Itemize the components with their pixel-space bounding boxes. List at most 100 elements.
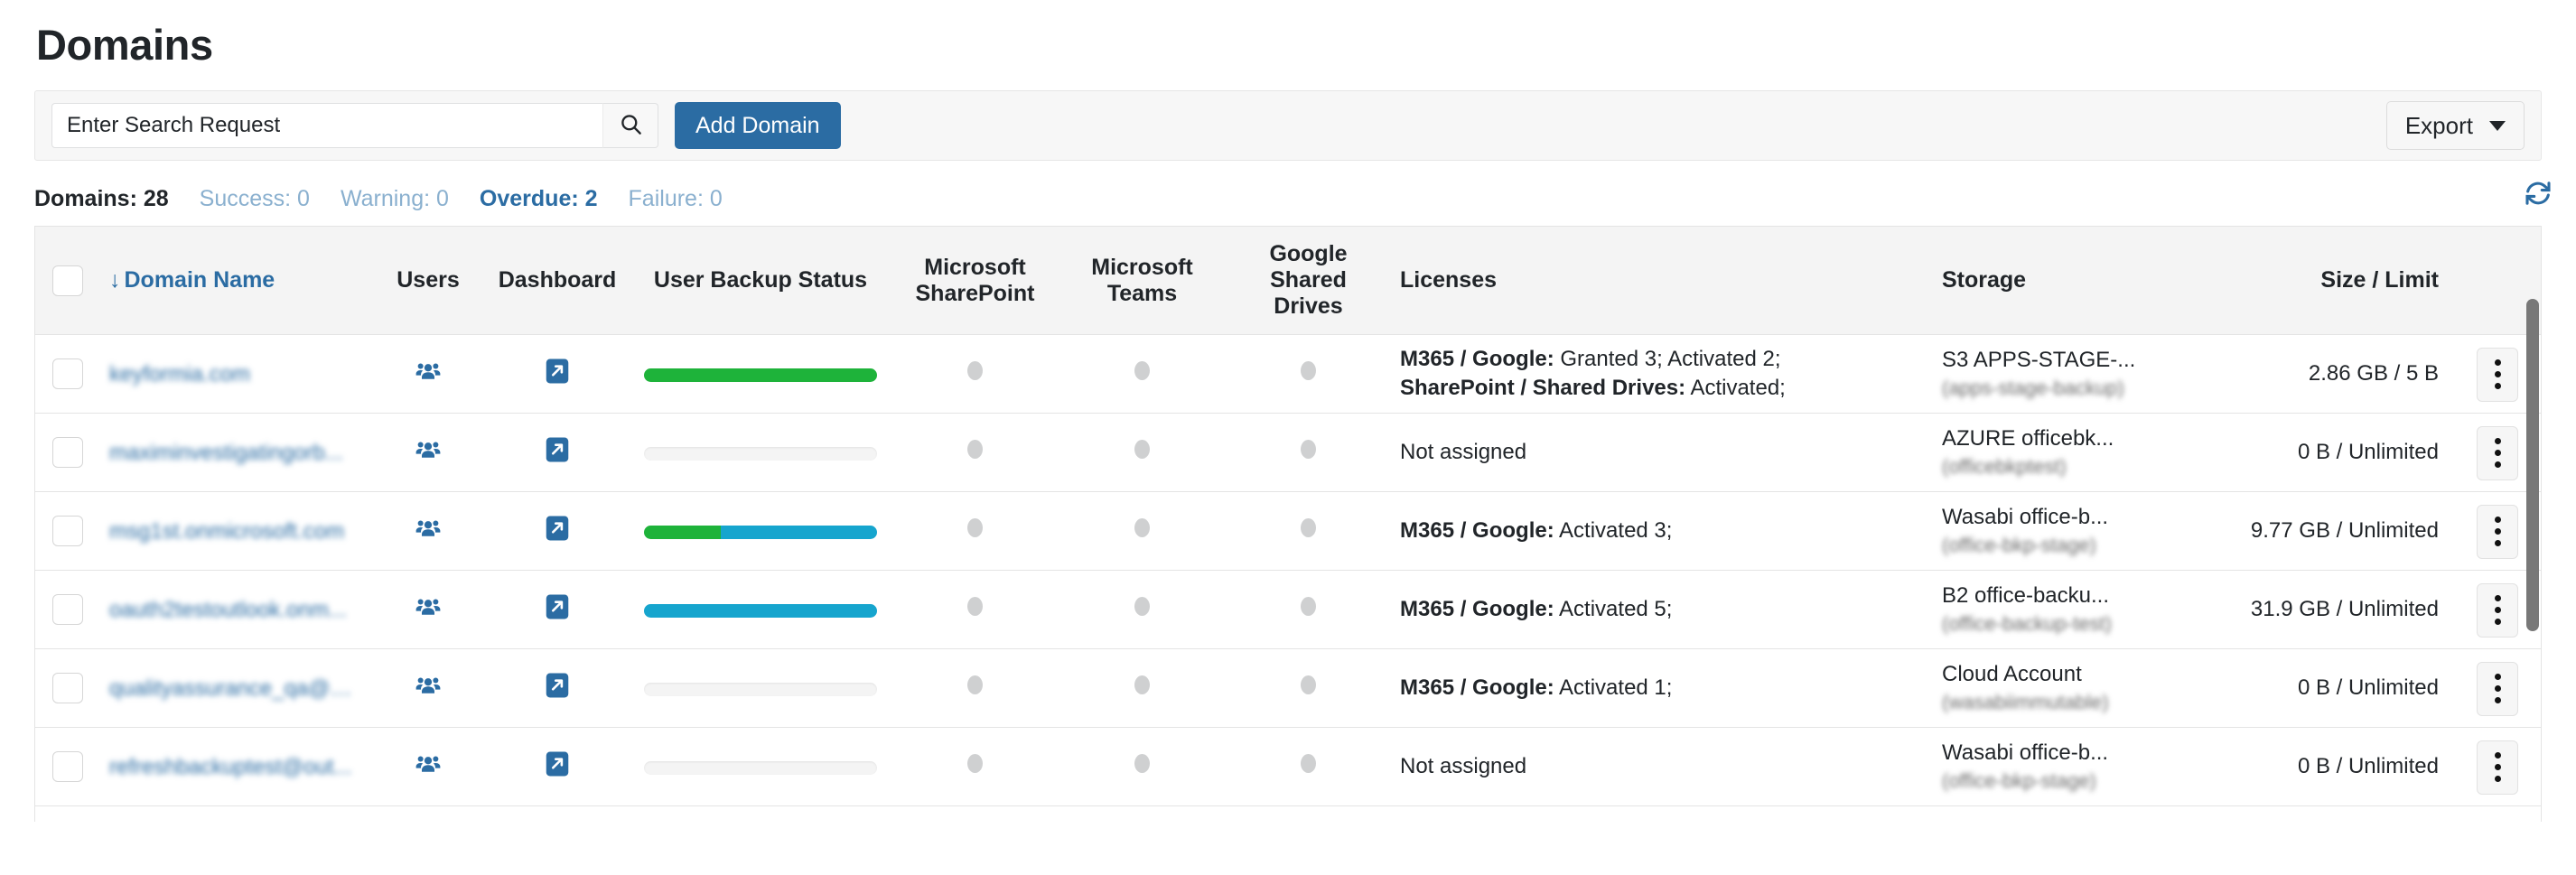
users-group-icon xyxy=(415,756,442,780)
license-line: M365 / Google: Activated 1; xyxy=(1400,674,1924,703)
search-button[interactable] xyxy=(602,103,658,149)
licenses-cell: M365 / Google: Activated 5; xyxy=(1391,570,1933,650)
backup-progress-bar xyxy=(644,760,877,775)
teams-status-cell xyxy=(1059,334,1226,414)
size-limit-cell: 0 B / Unlimited xyxy=(2177,727,2448,807)
column-label-gsd-line2: Shared xyxy=(1270,267,1347,293)
row-select-cell xyxy=(35,570,100,650)
backup-progress-bar xyxy=(644,525,877,539)
status-warning-count[interactable]: Warning: 0 xyxy=(341,186,449,212)
status-overdue-count[interactable]: Overdue: 2 xyxy=(480,186,598,212)
row-checkbox[interactable] xyxy=(52,516,83,547)
dashboard-button[interactable] xyxy=(545,515,570,542)
export-button[interactable]: Export xyxy=(2385,101,2525,151)
sharepoint-status-cell xyxy=(891,334,1059,414)
column-header-domain-name: ↓ Domain Name xyxy=(100,227,371,336)
storage-cell: Wasabi office-b... (office-bkp-stage) xyxy=(1933,491,2177,572)
column-header-microsoft-sharepoint[interactable]: Microsoft SharePoint xyxy=(891,227,1059,336)
kebab-menu-icon[interactable] xyxy=(2477,661,2518,716)
column-header-users[interactable]: Users xyxy=(371,227,485,336)
backup-progress-bar xyxy=(644,603,877,618)
search-input[interactable] xyxy=(51,103,602,149)
dashboard-button[interactable] xyxy=(545,593,570,620)
column-header-user-backup-status[interactable]: User Backup Status xyxy=(630,227,891,336)
vertical-scrollbar-thumb[interactable] xyxy=(2526,299,2539,632)
select-all-checkbox[interactable] xyxy=(52,265,83,296)
kebab-menu-icon[interactable] xyxy=(2477,347,2518,402)
search-group xyxy=(51,103,658,149)
sort-domain-name-link[interactable]: ↓ Domain Name xyxy=(109,267,275,293)
size-limit-cell: 2.86 GB / 5 B xyxy=(2177,334,2448,414)
row-checkbox[interactable] xyxy=(52,751,83,783)
license-line: M365 / Google: Activated 5; xyxy=(1400,595,1924,624)
teams-status-dot xyxy=(1134,361,1150,381)
row-checkbox[interactable] xyxy=(52,673,83,704)
users-button[interactable] xyxy=(415,593,442,620)
row-checkbox[interactable] xyxy=(52,594,83,626)
table-body: keyformia.com M365 / Google: Granted 3; A… xyxy=(35,334,2541,807)
users-button[interactable] xyxy=(415,515,442,542)
status-success-count[interactable]: Success: 0 xyxy=(200,186,310,212)
users-button[interactable] xyxy=(415,672,442,699)
users-button[interactable] xyxy=(415,436,442,463)
sharepoint-status-dot xyxy=(967,518,983,538)
row-checkbox[interactable] xyxy=(52,437,83,469)
kebab-menu-icon[interactable] xyxy=(2477,504,2518,559)
dashboard-button[interactable] xyxy=(545,750,570,777)
table-row[interactable]: keyformia.com M365 / Google: Granted 3; A… xyxy=(35,334,2541,414)
add-domain-button[interactable]: Add Domain xyxy=(675,102,841,150)
table-row[interactable]: msg1st.onmicrosoft.com M365 / Google: Act… xyxy=(35,491,2541,572)
storage-name: Wasabi office-b... xyxy=(1942,505,2109,530)
teams-status-dot xyxy=(1134,597,1150,617)
users-button[interactable] xyxy=(415,750,442,777)
licenses-cell: Not assigned xyxy=(1391,727,1933,807)
user-backup-status-cell xyxy=(630,334,891,414)
domain-name-link[interactable]: qualityassurance_qa@o... xyxy=(109,676,353,702)
storage-cell: B2 office-backu... (office-backup-test) xyxy=(1933,570,2177,650)
domain-name-link[interactable]: keyformia.com xyxy=(109,362,250,387)
kebab-menu-icon[interactable] xyxy=(2477,582,2518,638)
table-row[interactable]: refreshbackuptest@out... Not assigned Wasa… xyxy=(35,727,2541,807)
external-link-icon xyxy=(545,516,570,545)
storage-name: AZURE officebk... xyxy=(1942,426,2114,451)
column-label-teams-line1: Microsoft xyxy=(1091,254,1193,280)
table-row[interactable]: maximinvestigatingorb... Not assigned AZUR… xyxy=(35,413,2541,493)
column-header-licenses[interactable]: Licenses xyxy=(1391,227,1933,336)
licenses-cell: Not assigned xyxy=(1391,413,1933,493)
row-checkbox[interactable] xyxy=(52,358,83,390)
table-row[interactable]: qualityassurance_qa@o... M365 / Google: A… xyxy=(35,648,2541,729)
sharepoint-status-cell xyxy=(891,727,1059,807)
domain-name-link[interactable]: refreshbackuptest@out... xyxy=(109,755,352,780)
dashboard-button[interactable] xyxy=(545,672,570,699)
column-header-storage[interactable]: Storage xyxy=(1933,227,2177,336)
progress-segment-blue xyxy=(721,525,877,539)
progress-segment-green xyxy=(644,525,722,539)
column-header-size-limit[interactable]: Size / Limit xyxy=(2177,227,2448,336)
column-header-google-shared-drives[interactable]: Google Shared Drives xyxy=(1226,227,1391,336)
teams-status-cell xyxy=(1059,570,1226,650)
external-link-icon xyxy=(545,358,570,387)
dashboard-cell xyxy=(485,648,630,729)
column-header-microsoft-teams[interactable]: Microsoft Teams xyxy=(1059,227,1226,336)
vertical-scrollbar[interactable] xyxy=(2526,299,2539,792)
domain-name-link[interactable]: maximinvestigatingorb... xyxy=(109,441,343,466)
sort-descending-icon: ↓ xyxy=(109,267,121,293)
domain-name-cell: keyformia.com xyxy=(100,334,371,414)
sharepoint-status-dot xyxy=(967,675,983,695)
status-failure-count[interactable]: Failure: 0 xyxy=(629,186,723,212)
kebab-menu-icon[interactable] xyxy=(2477,740,2518,795)
size-limit-cell: 0 B / Unlimited xyxy=(2177,413,2448,493)
domain-name-link[interactable]: oauth2testoutlook.onm... xyxy=(109,598,347,623)
dashboard-button[interactable] xyxy=(545,358,570,385)
gsd-status-dot xyxy=(1301,518,1316,538)
users-button[interactable] xyxy=(415,358,442,385)
refresh-icon[interactable] xyxy=(2524,179,2553,208)
dashboard-button[interactable] xyxy=(545,436,570,463)
storage-cell: S3 APPS-STAGE-... (apps-stage-backup) xyxy=(1933,334,2177,414)
domain-name-link[interactable]: msg1st.onmicrosoft.com xyxy=(109,519,344,545)
kebab-menu-icon[interactable] xyxy=(2477,425,2518,480)
table-row[interactable]: oauth2testoutlook.onm... M365 / Google: A… xyxy=(35,570,2541,650)
user-backup-status-cell xyxy=(630,491,891,572)
column-header-dashboard[interactable]: Dashboard xyxy=(485,227,630,336)
external-link-icon xyxy=(545,437,570,466)
